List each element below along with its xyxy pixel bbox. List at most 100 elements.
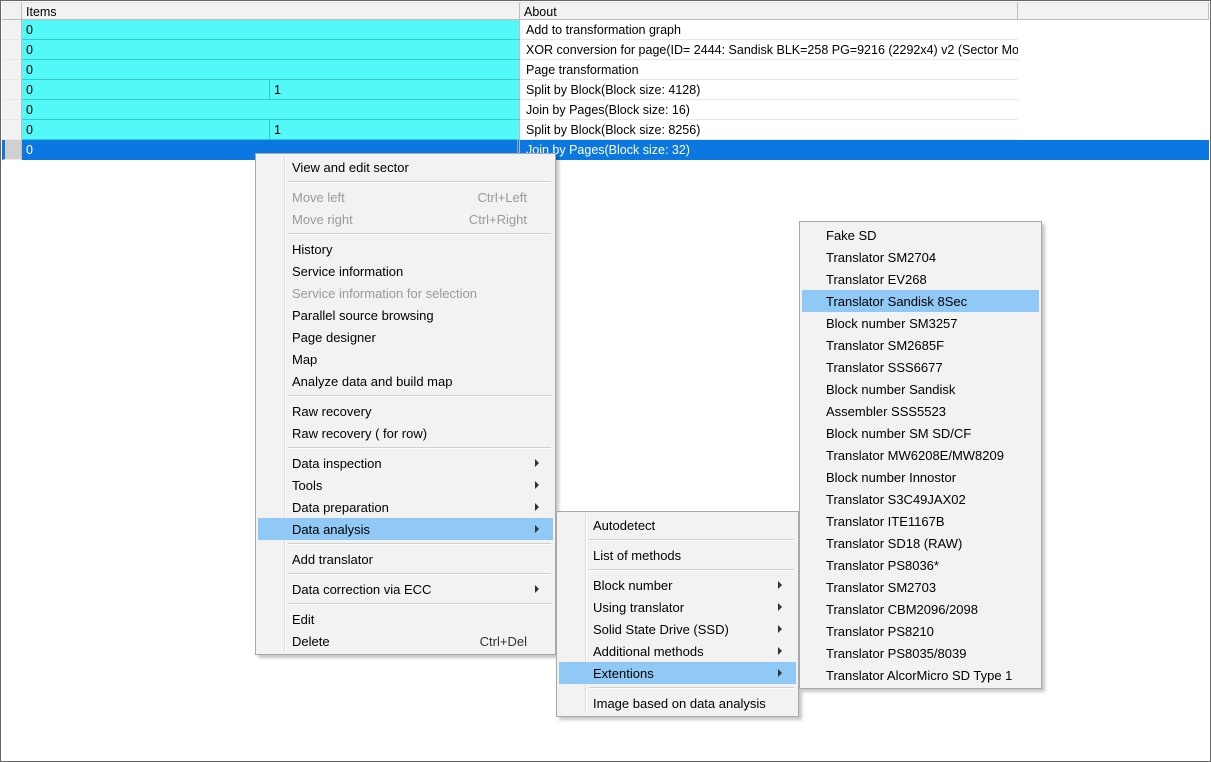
cell-items[interactable]: 0 [22,20,520,40]
menu-item[interactable]: Data analysis [258,518,553,540]
menu-item[interactable]: DeleteCtrl+Del [258,630,553,652]
cell-items-a[interactable]: 0 [22,60,518,79]
menu-item[interactable]: Translator CBM2096/2098 [802,598,1039,620]
menu-item[interactable]: Tools [258,474,553,496]
menu-item[interactable]: Autodetect [559,514,796,536]
cell-items[interactable]: 0 [22,60,520,80]
menu-item[interactable]: Data correction via ECC [258,578,553,600]
menu-item-label: View and edit sector [292,160,527,175]
row-number-cell[interactable] [2,20,22,40]
menu-item[interactable]: List of methods [559,544,796,566]
cell-about[interactable]: Split by Block(Block size: 8256) [520,120,1018,140]
row-number-cell[interactable] [2,100,22,120]
row-number-cell[interactable] [2,140,22,160]
menu-item-label: Block number SM3257 [826,316,1013,331]
row-number-cell[interactable] [2,120,22,140]
menu-item[interactable]: Map [258,348,553,370]
cell-items-a[interactable]: 0 [22,120,270,139]
menu-item[interactable]: Block number SM SD/CF [802,422,1039,444]
table-row[interactable]: 01Split by Block(Block size: 8256) [2,120,1209,140]
cell-items-a[interactable]: 0 [22,40,518,59]
menu-item[interactable]: Parallel source browsing [258,304,553,326]
menu-item[interactable]: Translator MW6208E/MW8209 [802,444,1039,466]
menu-item[interactable]: Add translator [258,548,553,570]
menu-item[interactable]: Using translator [559,596,796,618]
menu-item[interactable]: Image based on data analysis [559,692,796,714]
cell-about[interactable]: Add to transformation graph [520,20,1018,40]
menu-item[interactable]: Translator PS8035/8039 [802,642,1039,664]
menu-item[interactable]: Translator Sandisk 8Sec [802,290,1039,312]
menu-item-label: Translator Sandisk 8Sec [826,294,1013,309]
cell-items[interactable]: 0 [22,40,520,60]
menu-item-label: Move left [292,190,454,205]
menu-separator [589,569,794,571]
table-row[interactable]: 0XOR conversion for page(ID= 2444: Sandi… [2,40,1209,60]
menu-item[interactable]: Service information [258,260,553,282]
menu-item[interactable]: Edit [258,608,553,630]
menu-separator [288,395,551,397]
menu-item[interactable]: Block number [559,574,796,596]
table-row[interactable]: 0Page transformation [2,60,1209,80]
menu-item[interactable]: History [258,238,553,260]
cell-items-a[interactable]: 0 [22,100,518,119]
menu-item[interactable]: Page designer [258,326,553,348]
menu-item[interactable]: Translator PS8210 [802,620,1039,642]
menu-item[interactable]: Translator SM2685F [802,334,1039,356]
context-menu-data-analysis: Autodetect List of methods Block numberUsi… [556,511,799,717]
cell-items-a[interactable]: 0 [22,20,518,39]
menu-item[interactable]: Translator AlcorMicro SD Type 1 [802,664,1039,686]
menu-item[interactable]: Translator PS8036* [802,554,1039,576]
menu-item[interactable]: Block number Sandisk [802,378,1039,400]
table-header: Items About [2,2,1209,20]
menu-item[interactable]: Translator SSS6677 [802,356,1039,378]
menu-item-label: Parallel source browsing [292,308,527,323]
row-number-cell[interactable] [2,40,22,60]
menu-item[interactable]: Translator EV268 [802,268,1039,290]
col-header-about[interactable]: About [520,2,1018,20]
cell-items[interactable]: 0 [22,100,520,120]
menu-item[interactable]: Solid State Drive (SSD) [559,618,796,640]
menu-item[interactable]: Additional methods [559,640,796,662]
cell-about[interactable]: Split by Block(Block size: 4128) [520,80,1018,100]
menu-item[interactable]: Extentions [559,662,796,684]
menu-item[interactable]: Block number SM3257 [802,312,1039,334]
col-header-items[interactable]: Items [22,2,520,20]
cell-about[interactable]: Join by Pages(Block size: 32) [520,140,1018,160]
menu-item-label: Map [292,352,527,367]
row-number-cell[interactable] [2,80,22,100]
menu-item-label: Translator PS8210 [826,624,1013,639]
menu-item[interactable]: Data inspection [258,452,553,474]
cell-items-b[interactable]: 1 [270,120,518,139]
table-row[interactable]: 01Split by Block(Block size: 4128) [2,80,1209,100]
menu-item[interactable]: Block number Innostor [802,466,1039,488]
row-number-header[interactable] [2,2,22,20]
cell-items[interactable]: 01 [22,120,520,140]
cell-about[interactable]: Join by Pages(Block size: 16) [520,100,1018,120]
menu-item[interactable]: Translator SD18 (RAW) [802,532,1039,554]
menu-item[interactable]: Fake SD [802,224,1039,246]
table-row[interactable]: 0Add to transformation graph [2,20,1209,40]
menu-item-label: Translator PS8036* [826,558,1013,573]
table-row[interactable]: 0Join by Pages(Block size: 32) [2,140,1209,160]
menu-item[interactable]: Translator S3C49JAX02 [802,488,1039,510]
cell-items-a[interactable]: 0 [22,80,270,99]
cell-about[interactable]: Page transformation [520,60,1018,80]
menu-item[interactable]: Raw recovery [258,400,553,422]
menu-item-label: Translator CBM2096/2098 [826,602,1013,617]
cell-about[interactable]: XOR conversion for page(ID= 2444: Sandis… [520,40,1018,60]
menu-item[interactable]: Data preparation [258,496,553,518]
menu-item[interactable]: Raw recovery ( for row) [258,422,553,444]
cell-items[interactable]: 01 [22,80,520,100]
menu-item-label: Block number Sandisk [826,382,1013,397]
menu-item[interactable]: Translator SM2704 [802,246,1039,268]
menu-item[interactable]: Translator SM2703 [802,576,1039,598]
menu-item[interactable]: Analyze data and build map [258,370,553,392]
table-row[interactable]: 0Join by Pages(Block size: 16) [2,100,1209,120]
menu-item-label: Translator SM2703 [826,580,1013,595]
cell-items-b[interactable]: 1 [270,80,518,99]
menu-item[interactable]: View and edit sector [258,156,553,178]
menu-item[interactable]: Translator ITE1167B [802,510,1039,532]
menu-separator [288,233,551,235]
row-number-cell[interactable] [2,60,22,80]
menu-item[interactable]: Assembler SSS5523 [802,400,1039,422]
